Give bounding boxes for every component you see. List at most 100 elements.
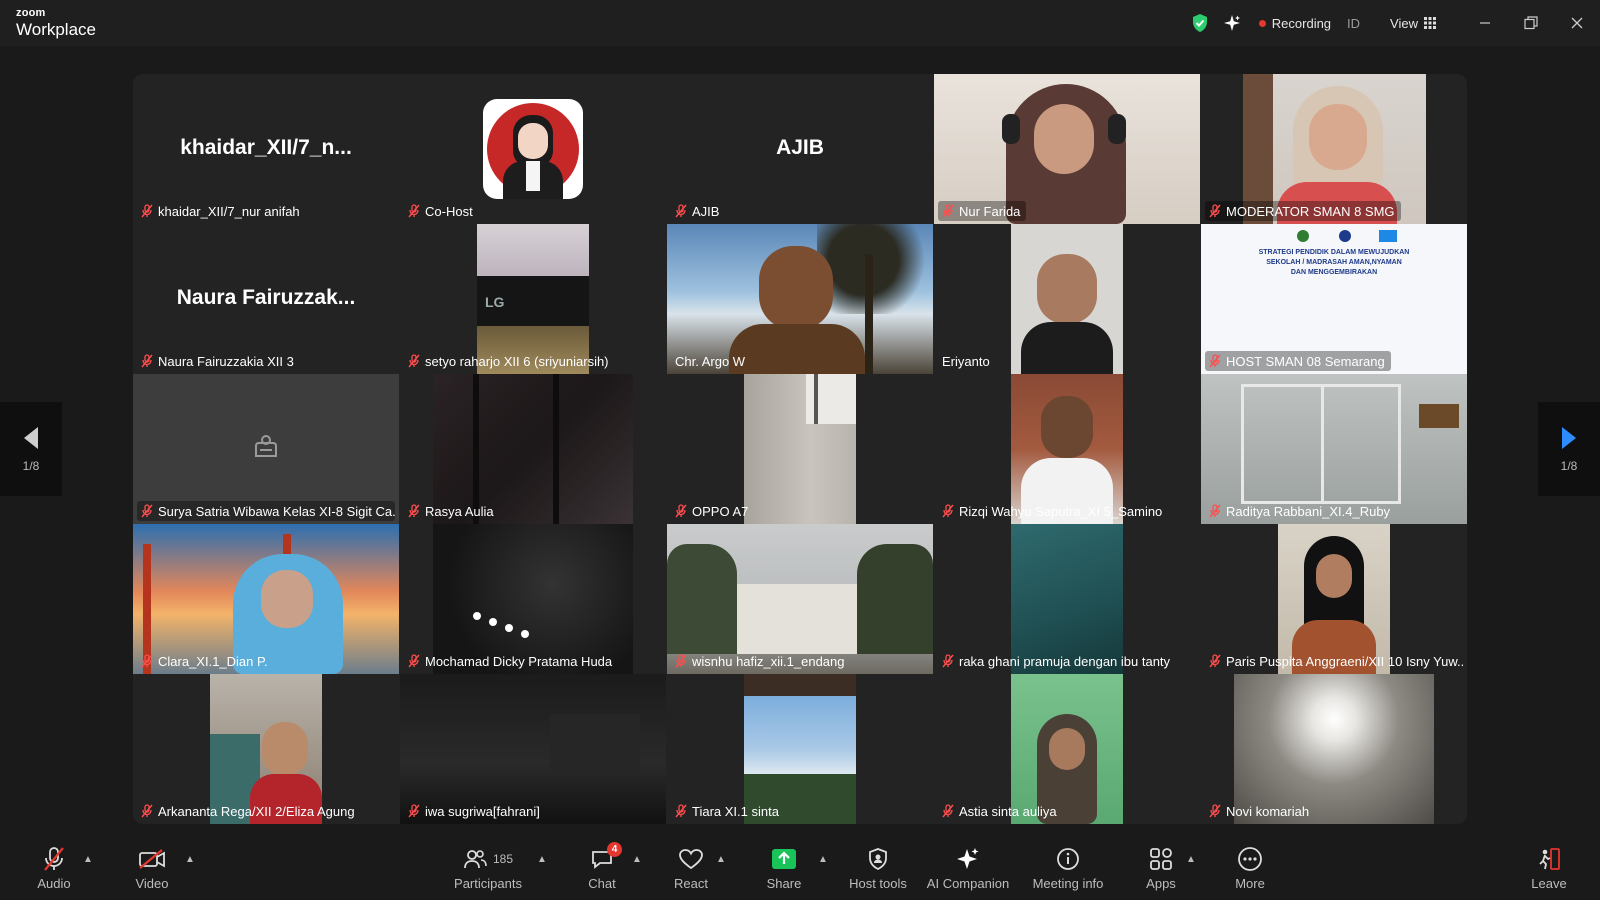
participant-label: AJIB — [671, 201, 725, 221]
participant-label: Arkananta Rega/XII 2/Eliza Agung — [137, 801, 361, 821]
participant-name: Clara_XI.1_Dian P. — [158, 653, 268, 669]
audio-button[interactable]: Audio — [30, 844, 78, 896]
mic-muted-icon — [675, 654, 687, 668]
participant-tile[interactable]: Raditya Rabbani_XI.4_Ruby — [1201, 374, 1467, 524]
participant-label: setyo raharjo XII 6 (sriyuniarsih) — [404, 351, 615, 371]
participant-label: MODERATOR SMAN 8 SMG — [1205, 201, 1401, 221]
recording-label: Recording — [1271, 15, 1332, 31]
video-feed — [1011, 224, 1123, 374]
participant-name: wisnhu hafiz_xii.1_endang — [692, 653, 845, 669]
active-speaker-tile[interactable]: Chr. Argo W — [667, 224, 933, 374]
chat-unread-badge: 4 — [607, 842, 622, 857]
participants-button[interactable]: 185 Participants — [448, 844, 528, 896]
participant-tile[interactable]: raka ghani pramuja dengan ibu tanty — [934, 524, 1200, 674]
participant-name: Eriyanto — [942, 353, 990, 369]
participant-tile[interactable]: iwa sugriwa[fahrani] — [400, 674, 666, 824]
video-options-caret-icon[interactable]: ▲ — [185, 854, 195, 865]
logo-emblem-icon — [1297, 230, 1309, 242]
close-icon — [1571, 17, 1583, 29]
participant-display-name: khaidar_XII/7_n... — [180, 136, 352, 159]
video-feed — [744, 374, 856, 524]
host-tools-label: Host tools — [849, 876, 907, 891]
meeting-id-button[interactable]: ID — [1347, 16, 1360, 31]
share-button[interactable]: Share — [760, 844, 808, 896]
participant-tile[interactable]: Rizqi Wahyu Saputra_XI 5_Samino — [934, 374, 1200, 524]
participant-tile[interactable]: Nur Farida — [934, 74, 1200, 224]
previous-page-button[interactable]: 1/8 — [0, 402, 62, 496]
leave-button[interactable]: Leave — [1528, 844, 1570, 896]
participant-label: Rasya Aulia — [404, 501, 500, 521]
mic-muted-icon — [141, 804, 153, 818]
participant-name: AJIB — [692, 203, 720, 219]
mic-muted-icon — [1209, 204, 1221, 218]
participant-tile[interactable]: Arkananta Rega/XII 2/Eliza Agung — [133, 674, 399, 824]
share-screen-icon — [772, 849, 796, 869]
host-tools-button[interactable]: Host tools — [848, 844, 908, 896]
participant-name: khaidar_XII/7_nur anifah — [158, 203, 300, 219]
minimize-button[interactable] — [1462, 0, 1508, 46]
chat-options-caret-icon[interactable]: ▲ — [632, 854, 642, 865]
video-button[interactable]: Video — [128, 844, 176, 896]
participant-label: Rizqi Wahyu Saputra_XI 5_Samino — [938, 501, 1168, 521]
participant-label: Eriyanto — [938, 351, 996, 371]
ai-sparkle-icon[interactable] — [1223, 14, 1241, 32]
participant-tile[interactable]: Tiara XI.1 sinta — [667, 674, 933, 824]
participant-name: Novi komariah — [1226, 803, 1310, 819]
participant-tile[interactable]: khaidar_XII/7_n... khaidar_XII/7_nur ani… — [133, 74, 399, 224]
participant-tile[interactable]: Naura Fairuzzak... Naura Fairuzzakia XII… — [133, 224, 399, 374]
participants-options-caret-icon[interactable]: ▲ — [537, 854, 547, 865]
participant-name: Mochamad Dicky Pratama Huda — [425, 653, 613, 669]
participant-tile[interactable]: Rasya Aulia — [400, 374, 666, 524]
participant-tile[interactable]: Eriyanto — [934, 224, 1200, 374]
slide-line: STRATEGI PENDIDIK DALAM MEWUJUDKAN — [1258, 249, 1410, 256]
close-button[interactable] — [1554, 0, 1600, 46]
share-options-caret-icon[interactable]: ▲ — [818, 854, 828, 865]
participant-tile[interactable]: Astia sinta auliya — [934, 674, 1200, 824]
participant-name: HOST SMAN 08 Semarang — [1226, 353, 1385, 369]
microphone-muted-icon — [44, 847, 64, 871]
screen-share-tile[interactable]: STRATEGI PENDIDIK DALAM MEWUJUDKAN SEKOL… — [1201, 224, 1467, 374]
participant-tile[interactable]: wisnhu hafiz_xii.1_endang — [667, 524, 933, 674]
audio-label: Audio — [37, 876, 71, 891]
participant-tile[interactable]: Paris Puspita Anggraeni/XII 10 Isny Yuw.… — [1201, 524, 1467, 674]
participant-tile[interactable]: Clara_XI.1_Dian P. — [133, 524, 399, 674]
participant-name: Surya Satria Wibawa Kelas XI-8 Sigit Ca.… — [158, 503, 395, 519]
encryption-shield-icon[interactable] — [1191, 13, 1209, 33]
video-label: Video — [135, 876, 169, 891]
more-button[interactable]: More — [1228, 844, 1272, 896]
info-icon — [1057, 848, 1079, 870]
participant-tile[interactable]: Novi komariah — [1201, 674, 1467, 824]
leave-label: Leave — [1531, 876, 1567, 891]
mic-muted-icon — [408, 204, 420, 218]
more-ellipsis-icon — [1238, 847, 1262, 871]
meeting-info-button[interactable]: Meeting info — [1030, 844, 1106, 896]
tv-brand-mark: LG — [485, 294, 505, 310]
mic-muted-icon — [675, 204, 687, 218]
slide-line: DAN MENGGEMBIRAKAN — [1290, 269, 1378, 276]
restore-button[interactable] — [1508, 0, 1554, 46]
recording-indicator[interactable]: Recording — [1258, 15, 1332, 31]
chat-button[interactable]: 4 Chat — [580, 842, 624, 896]
participant-tile[interactable]: OPPO A7 — [667, 374, 933, 524]
apps-options-caret-icon[interactable]: ▲ — [1186, 854, 1196, 865]
apps-button[interactable]: Apps — [1140, 844, 1182, 896]
view-button[interactable]: View — [1390, 16, 1436, 31]
next-page-button[interactable]: 1/8 — [1538, 402, 1600, 496]
page-indicator-right: 1/8 — [1560, 459, 1578, 473]
participant-tile[interactable]: LG setyo raharjo XII 6 (sriyuniarsih) — [400, 224, 666, 374]
participant-tile[interactable]: MODERATOR SMAN 8 SMG — [1201, 74, 1467, 224]
heart-icon — [679, 849, 703, 870]
participant-tile[interactable]: Co-Host — [400, 74, 666, 224]
ai-companion-button[interactable]: AI Companion — [926, 844, 1010, 896]
react-options-caret-icon[interactable]: ▲ — [716, 854, 726, 865]
participant-label: iwa sugriwa[fahrani] — [404, 801, 546, 821]
participant-tile[interactable]: Surya Satria Wibawa Kelas XI-8 Sigit Ca.… — [133, 374, 399, 524]
meeting-info-label: Meeting info — [1032, 876, 1104, 891]
participant-name: Paris Puspita Anggraeni/XII 10 Isny Yuw.… — [1226, 653, 1463, 669]
participant-tile[interactable]: AJIB AJIB — [667, 74, 933, 224]
participant-tile[interactable]: Mochamad Dicky Pratama Huda — [400, 524, 666, 674]
mic-muted-icon — [141, 504, 153, 518]
participant-name: MODERATOR SMAN 8 SMG — [1226, 203, 1395, 219]
audio-options-caret-icon[interactable]: ▲ — [83, 854, 93, 865]
react-button[interactable]: React — [668, 844, 714, 896]
